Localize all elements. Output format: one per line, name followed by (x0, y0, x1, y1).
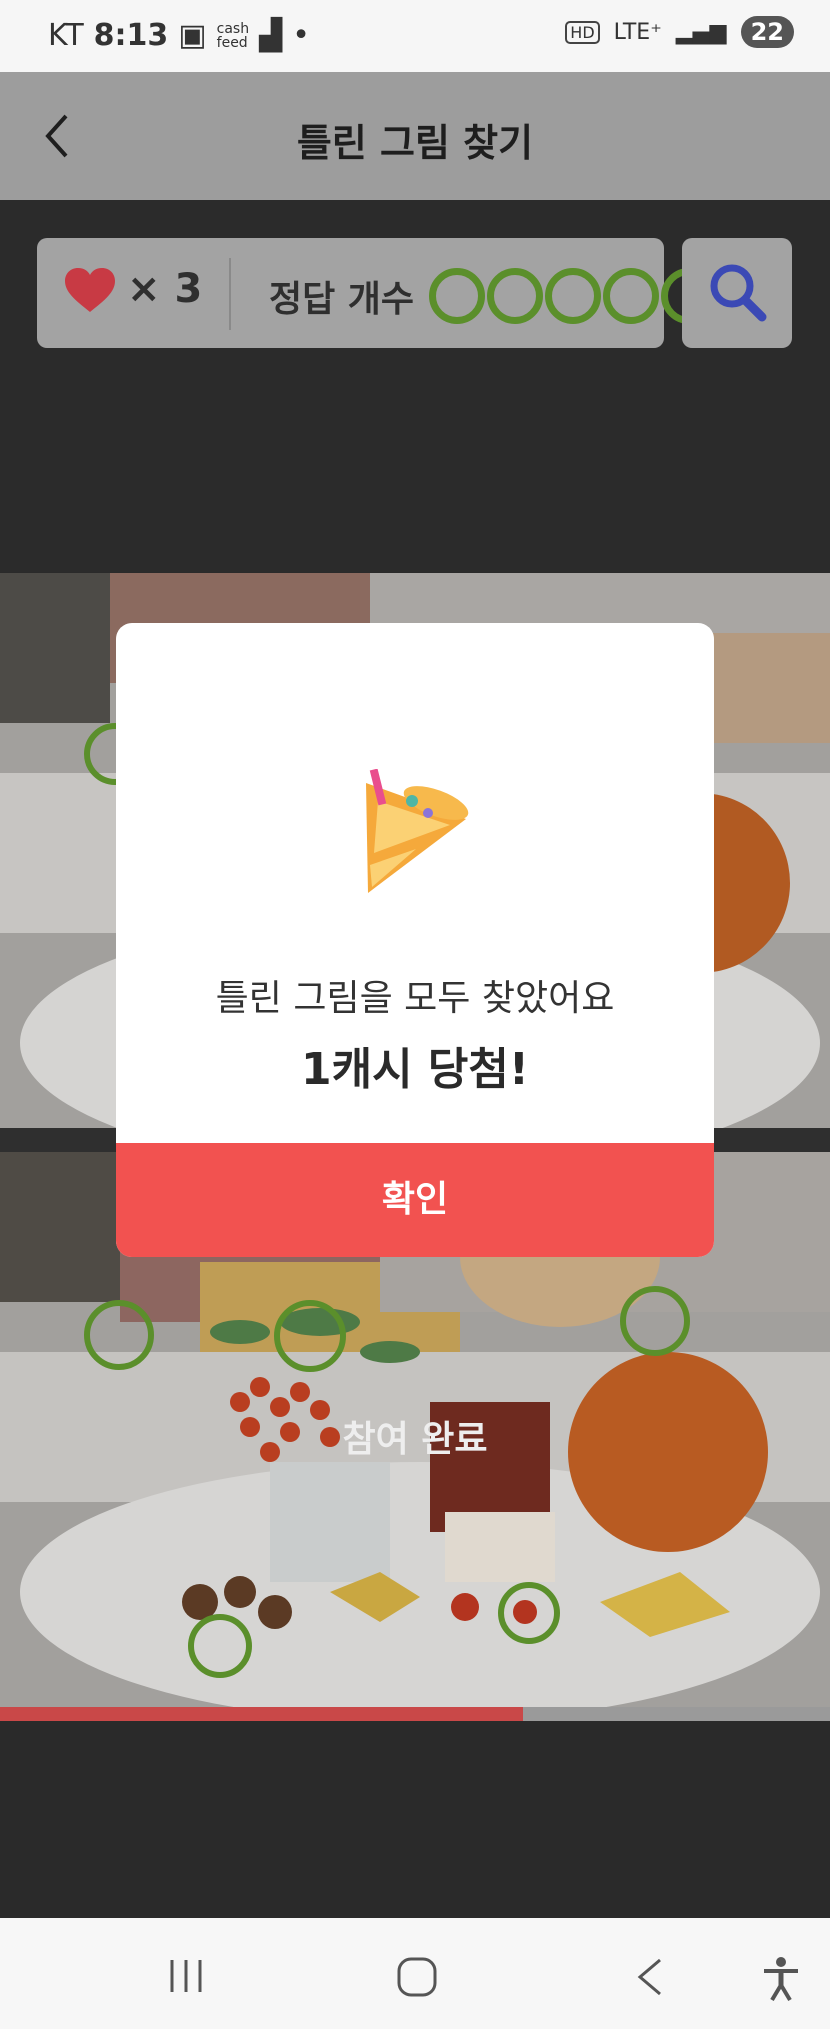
status-bar: KT 8:13 ▣ cash feed ▟ • HD LTE⁺ ▂▄▆ 22 (0, 0, 830, 72)
answer-indicator (603, 268, 659, 324)
participation-complete-label: 참여 완료 (342, 1419, 488, 1460)
party-popper-icon (366, 769, 469, 893)
screenshot-icon: ▣ (178, 18, 207, 53)
recent-apps-icon[interactable] (166, 1956, 206, 1996)
network-label: LTE⁺ (613, 19, 662, 45)
found-marker (188, 1614, 252, 1678)
accessibility-icon[interactable] (760, 1956, 802, 2002)
carrier-label: KT (48, 18, 84, 53)
found-marker (498, 1582, 560, 1644)
dot-icon: • (292, 18, 310, 53)
app-bar: 틀린 그림 찾기 (0, 72, 830, 200)
heart-icon (65, 268, 115, 312)
cashfeed-icon: cash feed (216, 20, 250, 51)
found-marker (620, 1286, 690, 1356)
signal-icon: ▂▄▆ (675, 19, 727, 45)
hd-icon: HD (565, 20, 600, 44)
battery-badge: 22 (740, 16, 794, 48)
search-icon (710, 264, 767, 322)
hint-search-button[interactable] (682, 238, 792, 348)
progress-bar (0, 1707, 830, 1721)
answer-indicator (545, 268, 601, 324)
found-marker (84, 1300, 154, 1370)
answer-indicators (429, 268, 717, 324)
found-marker (274, 1300, 346, 1372)
divider (229, 258, 231, 330)
stairs-icon: ▟ (259, 18, 283, 53)
bottom-area (0, 1721, 830, 1918)
answer-count-label: 정답 개수 (269, 279, 415, 320)
progress-fill (0, 1707, 523, 1721)
answer-indicator (487, 268, 543, 324)
clock: 8:13 (93, 18, 169, 53)
system-nav-bar (0, 1918, 830, 2029)
answer-indicator (429, 268, 485, 324)
back-nav-icon[interactable] (634, 1956, 666, 1998)
score-panel: × 3 정답 개수 (37, 238, 717, 348)
page-title: 틀린 그림 찾기 (296, 121, 534, 165)
lives-count: × 3 (127, 266, 203, 312)
success-dialog: 틀린 그림을 모두 찾았어요 1캐시 당첨! 확인 (116, 623, 714, 1257)
home-icon[interactable] (396, 1956, 438, 1998)
dialog-message: 틀린 그림을 모두 찾았어요 (215, 978, 615, 1019)
dialog-prize: 1캐시 당첨! (301, 1044, 529, 1095)
confirm-button[interactable]: 확인 (116, 1143, 714, 1257)
